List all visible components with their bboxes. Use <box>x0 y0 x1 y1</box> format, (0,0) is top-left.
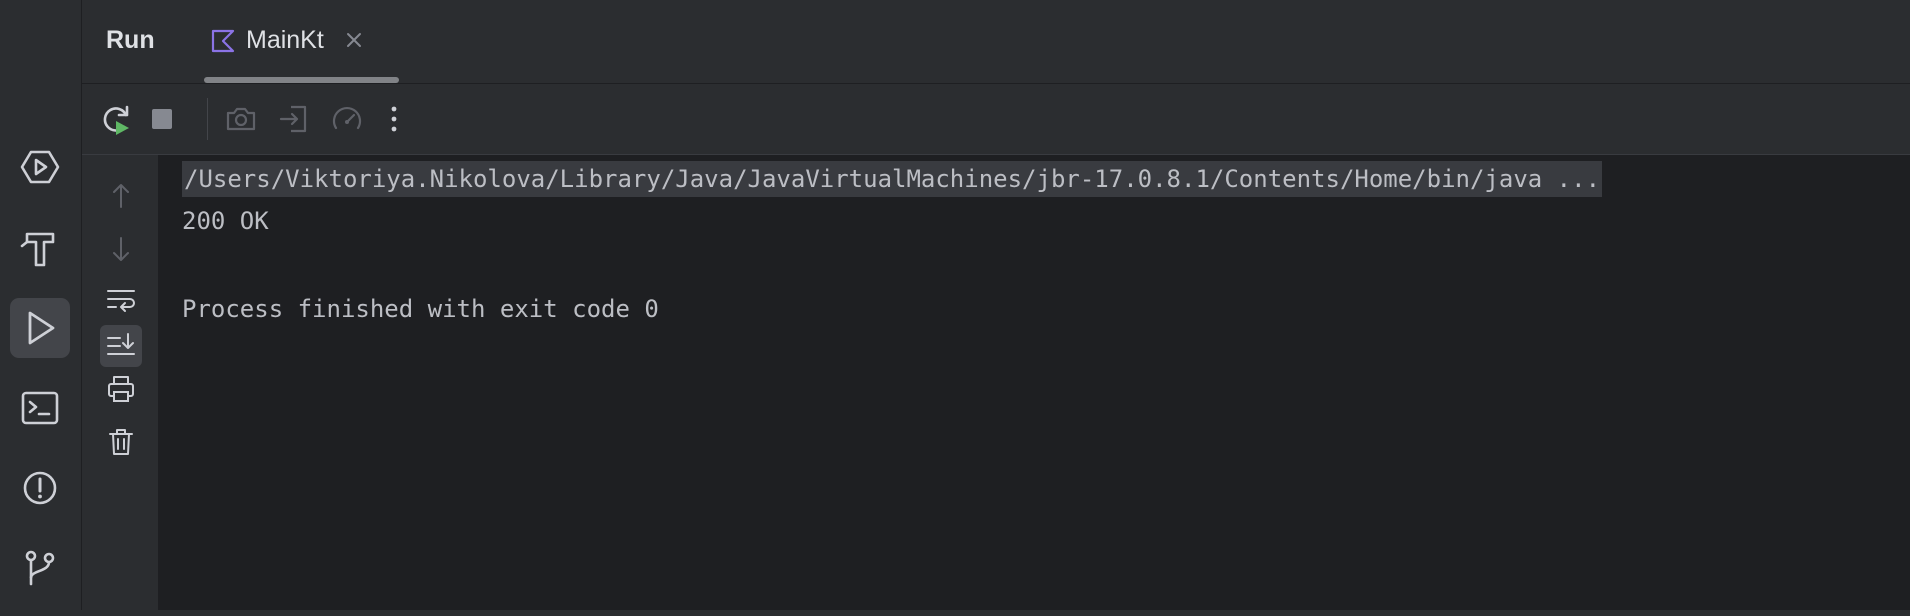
services-icon <box>20 150 60 184</box>
tab-mainkt[interactable]: MainKt <box>204 0 479 83</box>
clear-all-button[interactable] <box>100 421 142 463</box>
console-command-line[interactable]: /Users/Viktoriya.Nikolova/Library/Java/J… <box>182 161 1603 197</box>
stop-icon <box>152 109 172 129</box>
git-button[interactable] <box>10 537 70 597</box>
active-tab-indicator <box>204 77 399 83</box>
close-icon[interactable] <box>344 30 364 50</box>
dump-threads-button[interactable] <box>223 101 259 137</box>
tool-window-strip <box>0 0 82 616</box>
arrow-down-icon <box>113 237 129 261</box>
terminal-icon <box>21 391 59 425</box>
rerun-button[interactable] <box>98 101 134 137</box>
git-branch-icon <box>25 550 55 586</box>
rerun-icon <box>103 105 129 135</box>
hammer-icon <box>20 232 55 267</box>
run-toolbar <box>82 84 1910 155</box>
kotlin-icon <box>211 29 235 53</box>
previous-occurrence-button[interactable] <box>100 175 142 217</box>
scroll-to-end-button[interactable] <box>100 325 142 367</box>
exit-button[interactable] <box>276 101 312 137</box>
toolbar-separator <box>207 98 208 140</box>
build-button[interactable] <box>10 218 70 278</box>
scroll-to-end-icon <box>107 333 135 355</box>
run-tabbar: Run MainKt <box>82 0 1910 84</box>
console-exit-message: Process finished with exit code 0 <box>182 295 659 323</box>
tab-label: MainKt <box>246 26 324 54</box>
more-icon <box>391 106 397 132</box>
print-button[interactable] <box>100 368 142 410</box>
profiler-icon <box>332 107 362 130</box>
console-output-line: 200 OK <box>182 207 269 235</box>
soft-wrap-button[interactable] <box>100 278 142 320</box>
next-occurrence-button[interactable] <box>100 228 142 270</box>
camera-icon <box>226 107 256 131</box>
stop-button[interactable] <box>144 101 180 137</box>
tool-window-title: Run <box>106 26 155 54</box>
more-options-button[interactable] <box>376 101 412 137</box>
run-icon <box>28 311 55 345</box>
profiler-button[interactable] <box>329 101 365 137</box>
console-output[interactable]: /Users/Viktoriya.Nikolova/Library/Java/J… <box>158 155 1910 610</box>
run-tool-button[interactable] <box>10 298 70 358</box>
soft-wrap-icon <box>107 290 135 312</box>
exit-icon <box>279 105 307 133</box>
trash-icon <box>109 429 133 455</box>
print-icon <box>108 376 134 402</box>
terminal-button[interactable] <box>10 378 70 438</box>
problems-icon <box>23 471 57 505</box>
problems-button[interactable] <box>10 458 70 518</box>
bottom-border <box>0 610 1910 616</box>
services-button[interactable] <box>10 137 70 197</box>
arrow-up-icon <box>113 184 129 208</box>
console-side-toolbar <box>82 155 158 610</box>
